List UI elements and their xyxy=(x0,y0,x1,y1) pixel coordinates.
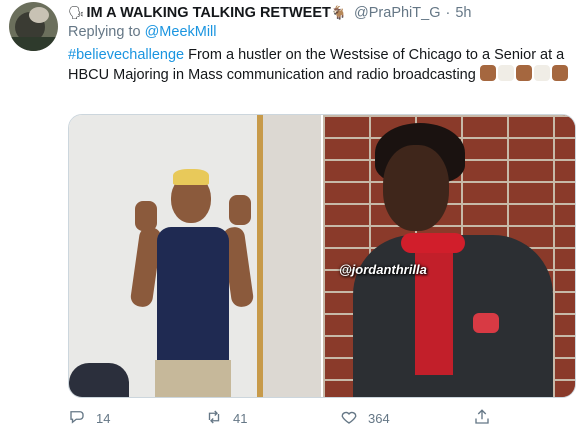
replying-to-label: Replying to xyxy=(68,24,141,40)
retweet-icon xyxy=(205,408,223,429)
share-button[interactable] xyxy=(473,408,491,429)
flexed-biceps-emoji xyxy=(479,65,496,81)
flexed-biceps-emoji xyxy=(551,65,568,81)
folded-hands-emoji xyxy=(515,65,532,81)
media-grid: @jordanthrilla xyxy=(68,114,576,398)
right-photo[interactable]: @jordanthrilla xyxy=(323,115,575,397)
tweet-text: #believechallenge From a hustler on the … xyxy=(68,45,576,85)
like-count: 364 xyxy=(368,411,390,426)
reply-icon xyxy=(68,408,86,429)
photo-watermark: @jordanthrilla xyxy=(339,262,427,277)
left-photo[interactable] xyxy=(69,115,321,397)
speaking-head-icon: 🗣 xyxy=(68,5,85,20)
tweet[interactable]: 🗣 IM A WALKING TALKING RETWEET 🐐 @PraPhi… xyxy=(0,0,584,433)
avatar[interactable] xyxy=(9,2,58,51)
reply-count: 14 xyxy=(96,411,111,426)
reply-button[interactable]: 14 xyxy=(68,408,110,429)
like-button[interactable]: 364 xyxy=(340,408,390,429)
author-handle[interactable]: @PraPhiT_G xyxy=(354,5,440,21)
hashtag-link[interactable]: #believechallenge xyxy=(68,47,184,63)
author-name[interactable]: IM A WALKING TALKING RETWEET xyxy=(87,5,331,21)
emoji-row xyxy=(479,65,568,81)
goat-emoji xyxy=(497,65,514,81)
goat-emoji xyxy=(533,65,550,81)
share-icon xyxy=(473,408,491,429)
tweet-time[interactable]: 5h xyxy=(455,5,471,21)
tweet-actions: 14 41 364 xyxy=(68,408,576,428)
heart-icon xyxy=(340,408,358,429)
meta-separator: · xyxy=(445,5,451,21)
retweet-button[interactable]: 41 xyxy=(205,408,247,429)
goat-icon: 🐐 xyxy=(330,5,348,20)
tweet-header: 🗣 IM A WALKING TALKING RETWEET 🐐 @PraPhi… xyxy=(68,3,471,23)
mirror xyxy=(257,115,321,397)
reply-mention-link[interactable]: @MeekMill xyxy=(145,24,217,40)
replying-to: Replying to @MeekMill xyxy=(68,24,217,40)
retweet-count: 41 xyxy=(233,411,248,426)
